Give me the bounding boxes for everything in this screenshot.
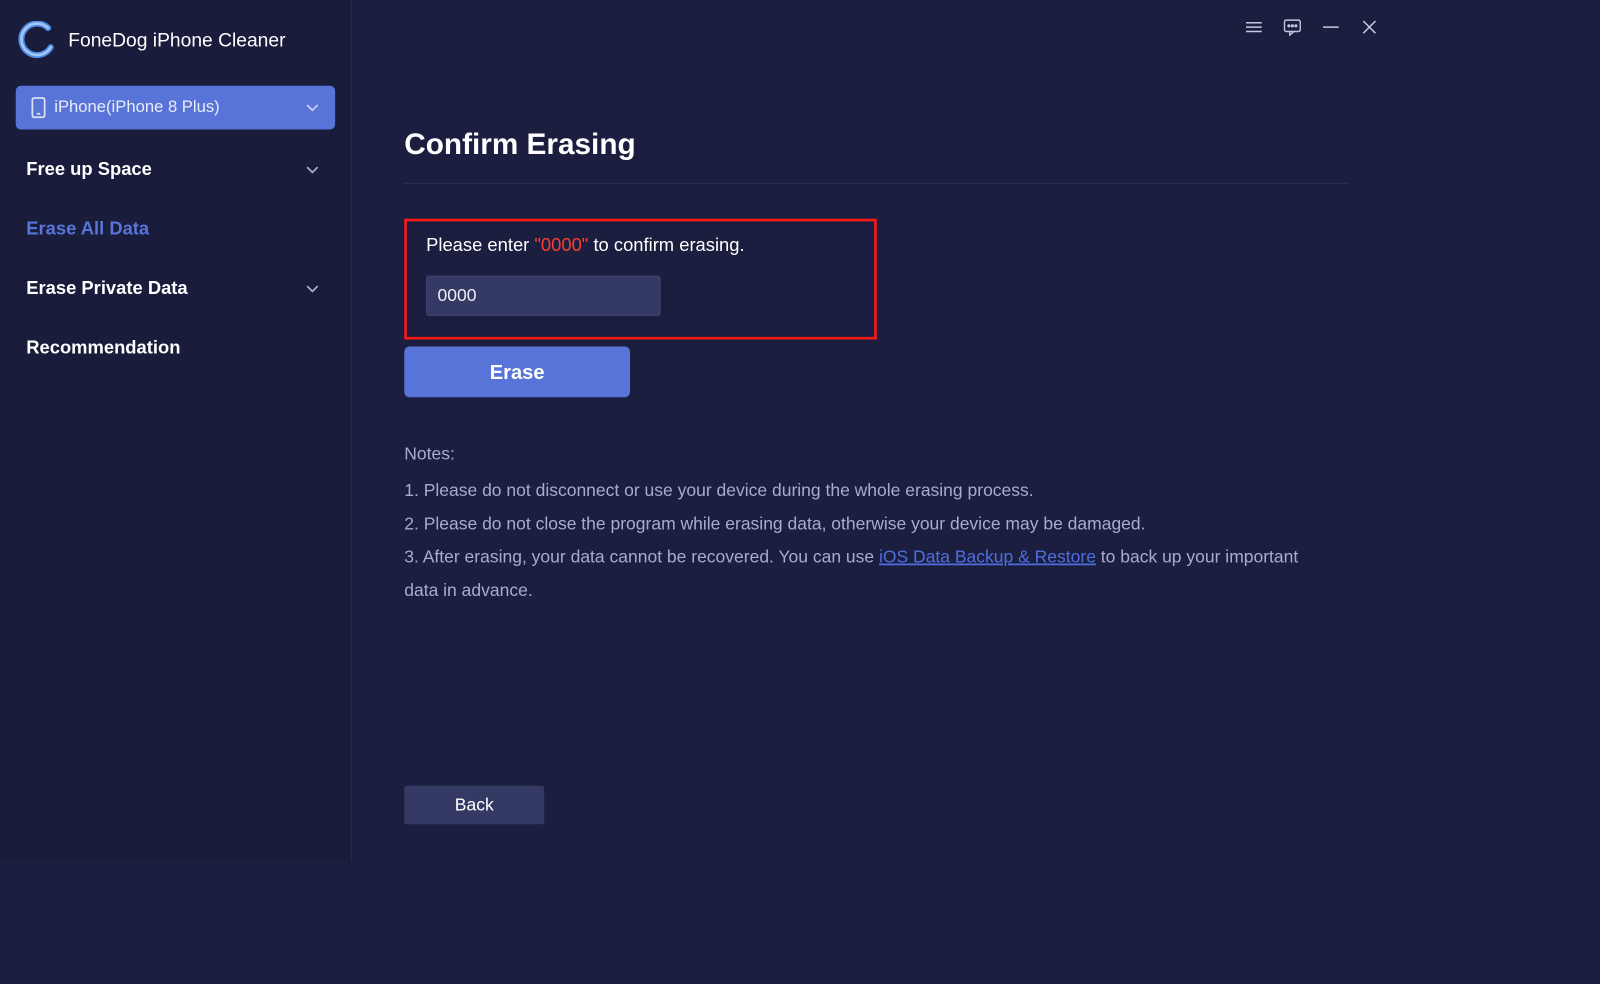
prompt-code: "0000"	[534, 235, 588, 255]
sidebar-item-label: Erase All Data	[26, 219, 149, 240]
prompt-prefix: Please enter	[426, 235, 534, 255]
notes-heading: Notes:	[404, 438, 1332, 471]
sidebar-item-label: Recommendation	[26, 338, 180, 359]
app-title: FoneDog iPhone Cleaner	[68, 29, 285, 52]
window-controls	[1244, 18, 1379, 37]
prompt-suffix: to confirm erasing.	[588, 235, 744, 255]
sidebar-item-erase-private-data[interactable]: Erase Private Data	[0, 259, 351, 319]
sidebar-item-label: Free up Space	[26, 159, 152, 180]
notes-line-3-prefix: 3. After erasing, your data cannot be re…	[404, 548, 879, 567]
device-selector[interactable]: iPhone(iPhone 8 Plus)	[16, 86, 335, 130]
confirm-highlight-box: Please enter "0000" to confirm erasing.	[404, 219, 877, 340]
sidebar: FoneDog iPhone Cleaner iPhone(iPhone 8 P…	[0, 0, 352, 861]
device-label: iPhone(iPhone 8 Plus)	[54, 98, 219, 117]
confirm-prompt: Please enter "0000" to confirm erasing.	[426, 235, 855, 256]
sidebar-item-erase-all-data[interactable]: Erase All Data	[0, 200, 351, 260]
chevron-down-icon	[305, 165, 319, 174]
sidebar-nav: Free up Space Erase All Data Erase Priva…	[0, 140, 351, 378]
sidebar-item-free-up-space[interactable]: Free up Space	[0, 140, 351, 200]
notes-line-2: 2. Please do not close the program while…	[404, 508, 1332, 541]
back-button[interactable]: Back	[404, 786, 544, 825]
sidebar-header: FoneDog iPhone Cleaner	[0, 0, 351, 86]
main-area: Confirm Erasing Please enter "0000" to c…	[352, 0, 1400, 861]
app-window: FoneDog iPhone Cleaner iPhone(iPhone 8 P…	[0, 0, 1400, 861]
page-title: Confirm Erasing	[404, 128, 1347, 162]
phone-icon	[32, 97, 46, 118]
content: Confirm Erasing Please enter "0000" to c…	[404, 0, 1347, 607]
sidebar-item-recommendation[interactable]: Recommendation	[0, 319, 351, 379]
minimize-icon[interactable]	[1321, 18, 1340, 37]
notes-line-3: 3. After erasing, your data cannot be re…	[404, 541, 1332, 608]
notes-line-1: 1. Please do not disconnect or use your …	[404, 474, 1332, 507]
device-selector-content: iPhone(iPhone 8 Plus)	[32, 97, 220, 118]
sidebar-item-label: Erase Private Data	[26, 278, 187, 299]
ios-backup-link[interactable]: iOS Data Backup & Restore	[879, 548, 1096, 567]
chevron-down-icon	[305, 103, 319, 112]
erase-button-label: Erase	[490, 360, 545, 384]
erase-button[interactable]: Erase	[404, 347, 630, 398]
confirm-code-input[interactable]	[426, 276, 661, 316]
close-icon[interactable]	[1360, 18, 1379, 37]
chevron-down-icon	[305, 284, 319, 293]
divider	[404, 183, 1347, 184]
menu-icon[interactable]	[1244, 18, 1263, 37]
feedback-icon[interactable]	[1283, 18, 1302, 37]
notes-section: Notes: 1. Please do not disconnect or us…	[404, 438, 1332, 608]
app-logo-icon	[18, 21, 57, 60]
back-button-label: Back	[455, 795, 494, 815]
